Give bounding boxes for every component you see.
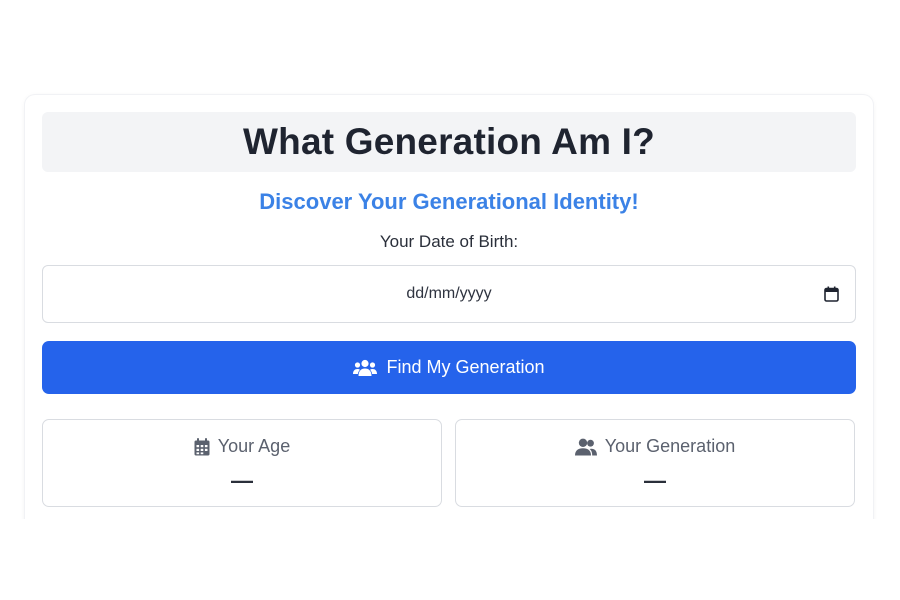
- page-title: What Generation Am I?: [243, 121, 655, 162]
- age-result-header: Your Age: [43, 436, 441, 457]
- age-result-value: —: [231, 468, 253, 493]
- generation-card: What Generation Am I? Discover Your Gene…: [25, 95, 873, 535]
- generation-result-value: —: [644, 468, 666, 493]
- generation-result-box: Your Generation —: [455, 419, 855, 507]
- page-background: [0, 519, 900, 600]
- title-bar: What Generation Am I?: [42, 112, 856, 172]
- dob-label: Your Date of Birth:: [379, 232, 519, 251]
- dob-placeholder: dd/mm/yyyy: [406, 285, 492, 302]
- find-generation-label: Find My Generation: [386, 357, 545, 377]
- calendar-icon: [194, 437, 210, 455]
- age-result-box: Your Age —: [42, 419, 442, 507]
- generation-result-header: Your Generation: [456, 436, 854, 457]
- age-result-label: Your Age: [217, 436, 291, 456]
- dob-date-input[interactable]: dd/mm/yyyy: [42, 265, 856, 323]
- generation-result-label: Your Generation: [604, 436, 736, 456]
- users-icon: [353, 359, 378, 376]
- user-group-icon: [574, 438, 597, 455]
- find-generation-button[interactable]: Find My Generation: [42, 341, 856, 394]
- calendar-icon[interactable]: [824, 286, 839, 302]
- subtitle: Discover Your Generational Identity!: [259, 189, 639, 214]
